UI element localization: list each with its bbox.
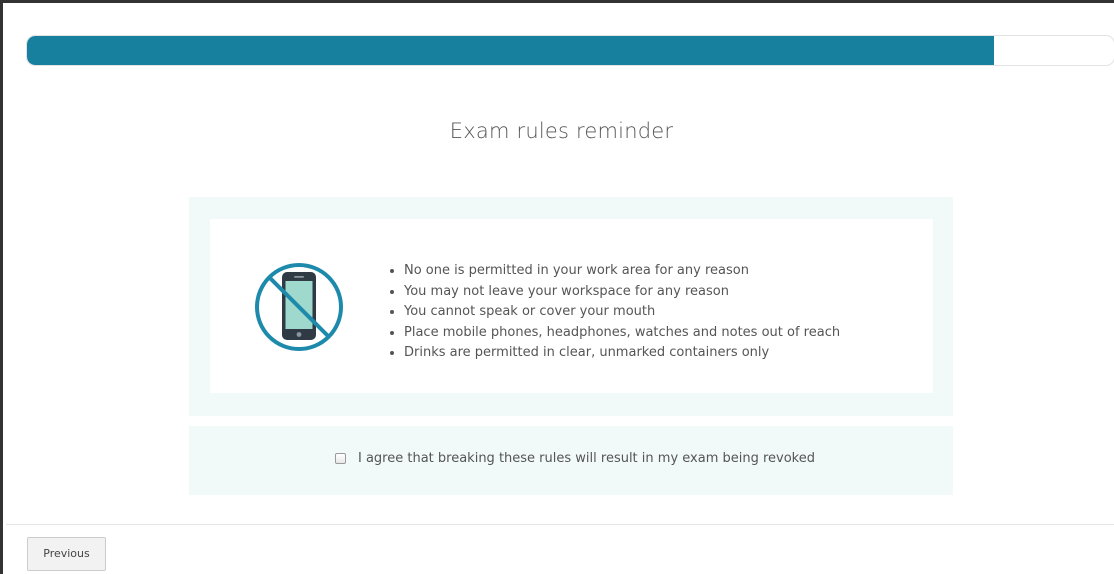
previous-button[interactable]: Previous bbox=[27, 537, 106, 571]
page-title: Exam rules reminder bbox=[449, 119, 674, 143]
phone-home-button-shape bbox=[296, 332, 302, 337]
footer-divider bbox=[6, 524, 1114, 525]
agreement-panel: I agree that breaking these rules will r… bbox=[189, 426, 953, 495]
rule-item: You may not leave your workspace for any… bbox=[404, 282, 840, 303]
agree-checkbox[interactable] bbox=[335, 453, 346, 464]
exam-window: Exam rules reminder No one is permitted … bbox=[0, 0, 1114, 574]
rules-card: No one is permitted in your work area fo… bbox=[210, 219, 933, 393]
exam-progress-bar bbox=[26, 35, 1114, 66]
phone-speaker-shape bbox=[294, 276, 304, 278]
agree-checkbox-label[interactable]: I agree that breaking these rules will r… bbox=[358, 451, 815, 466]
rule-item: Drinks are permitted in clear, unmarked … bbox=[404, 343, 840, 364]
exam-progress-fill bbox=[27, 36, 995, 65]
rule-item: You cannot speak or cover your mouth bbox=[404, 302, 840, 323]
agreement-row[interactable]: I agree that breaking these rules will r… bbox=[335, 451, 815, 466]
rule-item: No one is permitted in your work area fo… bbox=[404, 261, 840, 282]
rules-panel: No one is permitted in your work area fo… bbox=[189, 197, 953, 416]
rules-list: No one is permitted in your work area fo… bbox=[386, 261, 840, 364]
rule-item: Place mobile phones, headphones, watches… bbox=[404, 323, 840, 344]
no-mobile-phone-icon bbox=[255, 263, 343, 351]
